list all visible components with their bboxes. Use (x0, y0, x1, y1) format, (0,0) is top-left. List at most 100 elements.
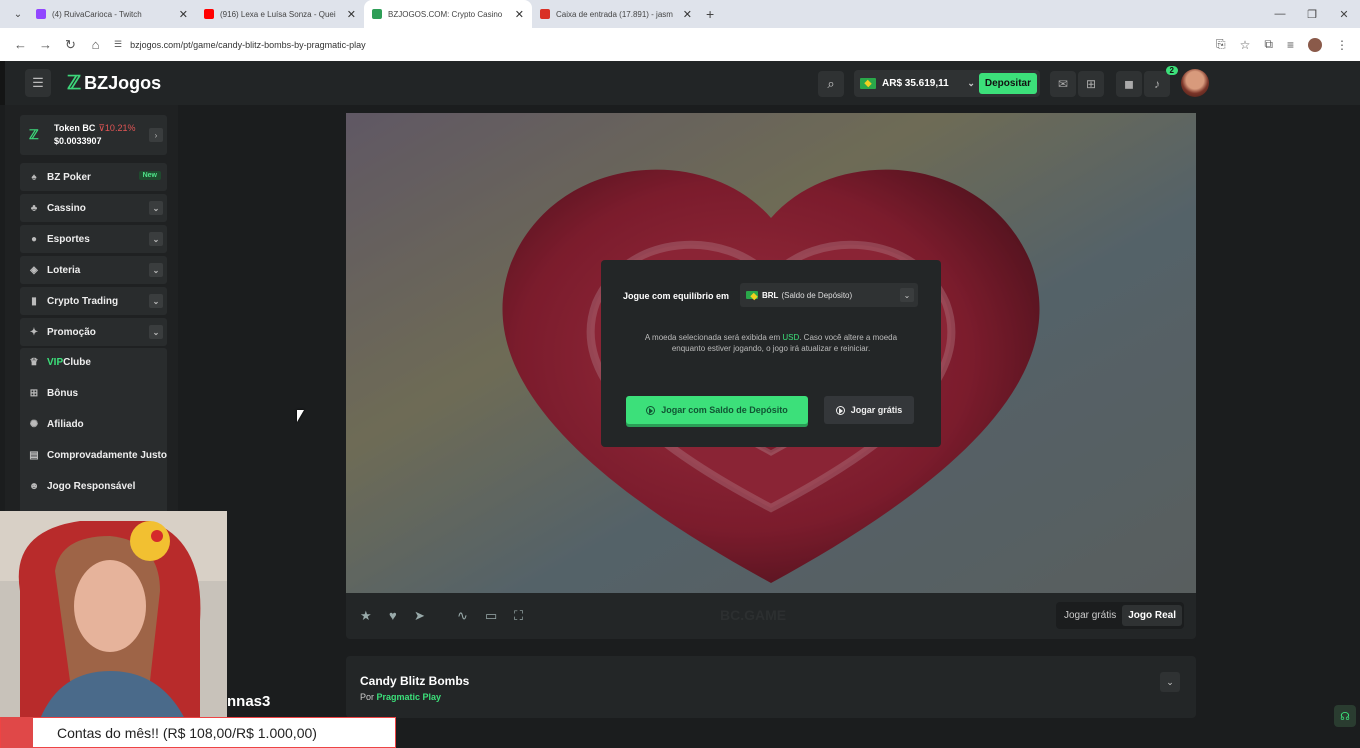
chevron-down-icon[interactable]: ⌄ (149, 263, 163, 277)
close-window-icon[interactable]: ✕ (1328, 8, 1360, 21)
sidebar-item-label: Afiliado (47, 418, 84, 430)
chart-icon: ▮ (31, 295, 37, 307)
close-tab-icon[interactable]: ✕ (683, 8, 692, 21)
address-bar-row: ← → ↻ ⌂ ☰ bzjogos.com/pt/game/candy-blit… (0, 28, 1360, 61)
bzjogos-favicon-icon (372, 9, 382, 19)
support-headset-icon[interactable]: ☊ (1334, 705, 1356, 727)
notification-count-badge: 2 (1165, 66, 1178, 75)
fair-icon: ▤ (29, 449, 39, 461)
user-avatar[interactable] (1181, 69, 1209, 97)
responsible-icon: ☻ (28, 480, 40, 492)
sidebar-item-label: Comprovadamente Justo (46, 449, 167, 461)
chat-icon[interactable]: ◼ (1116, 71, 1142, 97)
sidebar-item-label: Jogo Responsável (47, 480, 136, 492)
logo[interactable]: ℤ BZJogos (67, 72, 161, 95)
sidebar-item-bz-poker[interactable]: ♠ BZ Poker New (20, 163, 167, 191)
play-icon (646, 405, 656, 415)
chevron-down-icon[interactable]: ⌄ (149, 325, 163, 339)
menu-toggle-icon[interactable]: ☰ (25, 69, 51, 97)
home-icon[interactable]: ⌂ (83, 37, 108, 52)
restore-icon[interactable]: ❐ (1296, 8, 1328, 21)
sidebar-item-label: Promoção (47, 326, 96, 338)
sidebar-item-bonus[interactable]: ⊞ Bônus (20, 379, 167, 407)
site-info-icon[interactable]: ☰ (114, 39, 122, 50)
browser-tab-active[interactable]: BZJOGOS.COM: Crypto Casino ✕ (364, 0, 532, 28)
expand-chevron-icon[interactable]: ⌄ (1160, 672, 1180, 692)
new-tab-icon[interactable]: + (706, 6, 714, 22)
back-icon[interactable]: ← (8, 37, 33, 52)
tab-search-chevron-icon[interactable]: ⌄ (8, 4, 28, 24)
fullscreen-icon[interactable]: ⛶ (514, 608, 523, 624)
stats-icon[interactable]: ∿ (457, 608, 468, 624)
affiliate-icon: ✺ (29, 418, 39, 430)
modal-title: Jogue com equilíbrio em (623, 291, 730, 301)
deposit-button[interactable]: Depositar (978, 73, 1037, 94)
sidebar-item-vip-clube[interactable]: ♛ VIP Clube (20, 348, 167, 376)
webcam-overlay (0, 511, 227, 719)
close-tab-icon[interactable]: ✕ (515, 8, 524, 21)
install-app-icon[interactable]: ⎘ (1216, 37, 1226, 52)
site-page: ☰ ℤ BZJogos ⌕ AR$ 35.619,11 ⌄ Depositar … (0, 61, 1360, 748)
minimize-icon[interactable]: — (1264, 8, 1296, 20)
sports-icon: ● (30, 233, 38, 245)
close-tab-icon[interactable]: ✕ (347, 8, 356, 21)
browser-tab[interactable]: (916) Lexa e Luísa Sonza - Quei ✕ (196, 0, 364, 28)
window-controls: — ❐ ✕ (1264, 0, 1360, 28)
provider-prefix: Por (360, 692, 377, 702)
theater-mode-icon[interactable]: ▭ (485, 608, 497, 624)
currency-select[interactable]: BRL (Saldo de Depósito) ⌄ (740, 283, 918, 307)
toggle-play-free[interactable]: Jogar grátis (1058, 605, 1122, 626)
notification-bell-icon[interactable]: ♪ 2 (1144, 66, 1178, 97)
forward-icon[interactable]: → (33, 37, 58, 52)
chevron-down-icon[interactable]: ⌄ (149, 201, 163, 215)
sidebar-item-label: Loteria (47, 264, 81, 276)
url-field[interactable]: ☰ bzjogos.com/pt/game/candy-blitz-bombs-… (114, 39, 1216, 50)
url-text: bzjogos.com/pt/game/candy-blitz-bombs-by… (130, 39, 366, 50)
casino-icon: ♣ (30, 202, 38, 214)
browser-menu-icon[interactable]: ⋮ (1336, 38, 1348, 52)
streamer-webcam-image (0, 511, 227, 719)
play-free-button[interactable]: Jogar grátis (824, 396, 914, 424)
sidebar-item-jogo-responsavel[interactable]: ☻ Jogo Responsável (20, 472, 167, 500)
notice-text-a: A moeda selecionada será exibida em (644, 333, 783, 342)
media-icon[interactable]: ≡ (1287, 38, 1294, 52)
sidebar-item-esportes[interactable]: ● Esportes ⌄ (20, 225, 167, 253)
bookmark-star-icon[interactable]: ☆ (1240, 38, 1251, 52)
gift-icon[interactable]: ⊞ (1078, 71, 1104, 97)
chevron-down-icon[interactable]: ⌄ (149, 232, 163, 246)
provider-link[interactable]: Pragmatic Play (377, 692, 442, 702)
close-tab-icon[interactable]: ✕ (179, 8, 188, 21)
play-with-deposit-button[interactable]: Jogar com Saldo de Depósito (626, 396, 808, 424)
sidebar-item-comprovadamente-justo[interactable]: ▤ Comprovadamente Justo (20, 441, 167, 469)
reload-icon[interactable]: ↻ (58, 37, 83, 53)
chevron-down-icon[interactable]: ⌄ (967, 78, 975, 89)
youtube-favicon-icon (204, 9, 214, 19)
play-mode-toggle: Jogar grátis Jogo Real (1055, 602, 1184, 629)
sidebar-item-afiliado[interactable]: ✺ Afiliado (20, 410, 167, 438)
token-bc-card[interactable]: ℤ Token BC ⊽10.21% $0.0033907 › (20, 115, 167, 155)
share-send-icon[interactable]: ➤ (414, 608, 425, 624)
mail-icon[interactable]: ✉ (1050, 71, 1076, 97)
profile-avatar[interactable] (1308, 37, 1322, 52)
extensions-icon[interactable]: ⧉ (1264, 37, 1273, 52)
balance-selector[interactable]: AR$ 35.619,11 ⌄ Depositar (854, 70, 1040, 97)
toggle-play-real[interactable]: Jogo Real (1122, 605, 1182, 626)
favorite-star-icon[interactable]: ★ (360, 608, 372, 624)
tab-title: BZJOGOS.COM: Crypto Casino (388, 9, 503, 19)
browser-tab[interactable]: (4) RuivaCarioca - Twitch ✕ (28, 0, 196, 28)
sidebar-item-cassino[interactable]: ♣ Cassino ⌄ (20, 194, 167, 222)
chevron-down-icon[interactable]: ⌄ (149, 294, 163, 308)
search-icon[interactable]: ⌕ (818, 71, 844, 97)
chevron-down-icon[interactable]: ⌄ (900, 288, 914, 302)
sidebar-item-crypto-trading[interactable]: ▮ Crypto Trading ⌄ (20, 287, 167, 315)
tab-title: (4) RuivaCarioca - Twitch (52, 9, 142, 19)
like-heart-icon[interactable]: ♥ (389, 608, 397, 623)
browser-tab[interactable]: Caixa de entrada (17.891) - jasm ✕ (532, 0, 700, 28)
token-name: Token BC (54, 123, 96, 133)
notice-usd: USD (782, 333, 800, 342)
chevron-right-icon[interactable]: › (149, 128, 163, 142)
vip-label: VIP (47, 356, 64, 368)
sidebar-item-loteria[interactable]: ◈ Loteria ⌄ (20, 256, 167, 284)
tab-title: (916) Lexa e Luísa Sonza - Quei (220, 9, 336, 19)
sidebar-item-promocao[interactable]: ✦ Promoção ⌄ (20, 318, 167, 346)
